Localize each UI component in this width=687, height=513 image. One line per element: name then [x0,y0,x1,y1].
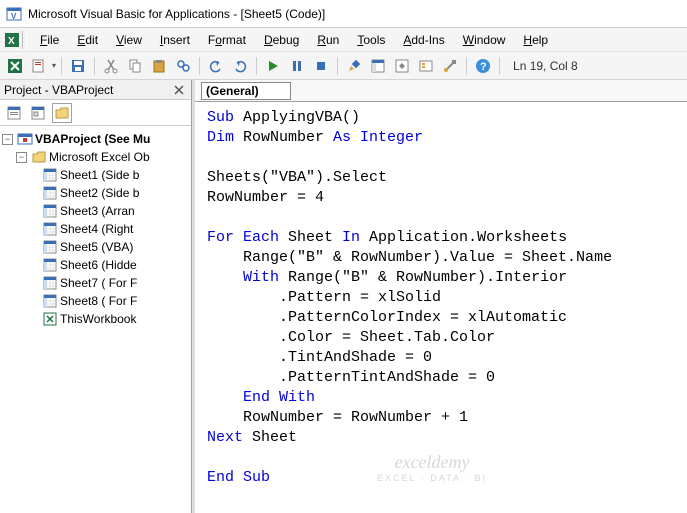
break-button[interactable] [286,55,308,77]
collapse-icon[interactable]: − [2,134,13,145]
worksheet-icon [42,203,58,219]
sheet-label: Sheet6 (Hidde [60,256,137,274]
tree-folder-label: Microsoft Excel Ob [49,148,150,166]
project-panel-title: Project - VBAProject [0,80,191,100]
worksheet-icon [42,221,58,237]
menu-bar: X File Edit View Insert Format Debug Run… [0,28,687,52]
sheet-label: Sheet1 (Side b [60,166,139,184]
undo-button[interactable] [205,55,227,77]
tree-sheet[interactable]: Sheet2 (Side b [2,184,189,202]
view-object-button[interactable] [28,103,48,123]
toolbox-button[interactable] [439,55,461,77]
sheet-label: Sheet5 (VBA) [60,238,133,256]
worksheet-icon [42,185,58,201]
menu-addins[interactable]: Add-Ins [395,31,452,49]
worksheet-icon [42,293,58,309]
title-bar: V Microsoft Visual Basic for Application… [0,0,687,28]
menu-view[interactable]: View [108,31,150,49]
svg-text:X: X [8,36,15,47]
app-icon: V [6,6,22,22]
code-header: (General) [195,80,687,102]
excel-icon: X [4,32,20,48]
code-editor[interactable]: Sub ApplyingVBA() Dim RowNumber As Integ… [195,102,687,513]
insert-module-button[interactable] [28,55,50,77]
object-combo-value: (General) [206,84,259,98]
properties-button[interactable] [391,55,413,77]
toggle-folders-button[interactable] [52,103,72,123]
cursor-position: Ln 19, Col 8 [513,59,578,73]
menu-tools[interactable]: Tools [349,31,393,49]
reset-button[interactable] [310,55,332,77]
project-toolbar [0,100,191,126]
menu-file[interactable]: File [32,31,67,49]
menu-format[interactable]: Format [200,31,254,49]
tree-sheet[interactable]: Sheet4 (Right [2,220,189,238]
window-title: Microsoft Visual Basic for Applications … [28,7,325,21]
tree-sheet[interactable]: Sheet6 (Hidde [2,256,189,274]
tree-sheet[interactable]: Sheet3 (Arran [2,202,189,220]
sheet-label: Sheet2 (Side b [60,184,139,202]
worksheet-icon [42,167,58,183]
toolbar: ▾ ? Ln 19, Col 8 [0,52,687,80]
tree-root-label: VBAProject (See Mu [35,130,150,148]
svg-text:?: ? [480,61,487,73]
svg-text:V: V [11,12,17,21]
design-mode-button[interactable] [343,55,365,77]
tree-root[interactable]: − VBAProject (See Mu [2,130,189,148]
tree-sheet[interactable]: Sheet7 ( For F [2,274,189,292]
sheet-label: Sheet4 (Right [60,220,133,238]
workbook-icon [42,311,58,327]
code-editor-panel: (General) Sub ApplyingVBA() Dim RowNumbe… [192,80,687,513]
project-explorer-panel: Project - VBAProject − VBAProject (See M… [0,80,192,513]
menu-window[interactable]: Window [455,31,514,49]
project-tree[interactable]: − VBAProject (See Mu − Microsoft Excel O… [0,126,191,513]
menu-help[interactable]: Help [515,31,556,49]
collapse-icon[interactable]: − [16,152,27,163]
close-panel-button[interactable] [171,82,187,98]
tree-sheet[interactable]: Sheet8 ( For F [2,292,189,310]
worksheet-icon [42,239,58,255]
help-button[interactable]: ? [472,55,494,77]
redo-button[interactable] [229,55,251,77]
menu-run[interactable]: Run [309,31,347,49]
sheet-label: Sheet8 ( For F [60,292,137,310]
menu-grip[interactable] [22,31,28,49]
copy-button[interactable] [124,55,146,77]
menu-debug[interactable]: Debug [256,31,307,49]
worksheet-icon [42,257,58,273]
folder-icon [31,149,47,165]
cut-button[interactable] [100,55,122,77]
project-title-text: Project - VBAProject [4,83,113,97]
paste-button[interactable] [148,55,170,77]
save-button[interactable] [67,55,89,77]
project-explorer-button[interactable] [367,55,389,77]
object-browser-button[interactable] [415,55,437,77]
view-code-button[interactable] [4,103,24,123]
sheet-label: Sheet7 ( For F [60,274,137,292]
find-button[interactable] [172,55,194,77]
project-icon [17,131,33,147]
worksheet-icon [42,275,58,291]
run-button[interactable] [262,55,284,77]
workbook-label: ThisWorkbook [60,310,136,328]
menu-edit[interactable]: Edit [69,31,106,49]
object-combo[interactable]: (General) [201,82,291,100]
tree-workbook[interactable]: ThisWorkbook [2,310,189,328]
menu-insert[interactable]: Insert [152,31,198,49]
tree-sheet[interactable]: Sheet1 (Side b [2,166,189,184]
tree-folder[interactable]: − Microsoft Excel Ob [2,148,189,166]
tree-sheet[interactable]: Sheet5 (VBA) [2,238,189,256]
view-excel-button[interactable] [4,55,26,77]
sheet-label: Sheet3 (Arran [60,202,135,220]
